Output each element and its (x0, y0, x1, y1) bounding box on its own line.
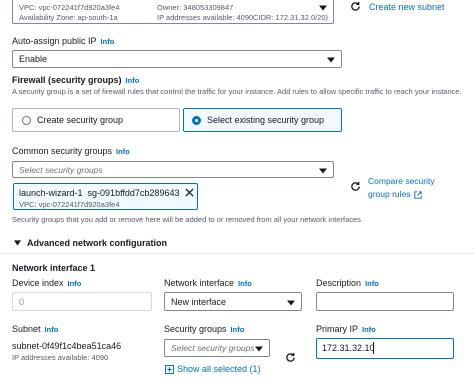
radio-create-label: Create security group (37, 115, 124, 125)
ni-security-groups-info-link[interactable]: Info (231, 325, 245, 334)
chevron-down-icon (319, 168, 327, 173)
device-index-value: 0 (19, 297, 25, 307)
show-all-selected-toggle[interactable]: Show all selected (1) (165, 364, 261, 374)
subnet-owner: Owner: 348053309847 (157, 3, 234, 12)
common-sg-info-link[interactable]: Info (116, 147, 130, 156)
network-interface-value: New interface (171, 297, 227, 307)
security-group-token: launch-wizard-1 sg-091bffdd7cb289643 VPC… (13, 183, 198, 210)
ni-security-groups-label: Security groups Info (164, 324, 245, 334)
subnet-select[interactable]: VPC: vpc-072241f7d920a3fe4 Owner: 348053… (12, 0, 334, 24)
auto-assign-select[interactable]: Enable (12, 50, 342, 68)
primary-ip-info-link[interactable]: Info (362, 325, 376, 334)
refresh-icon (286, 352, 295, 362)
chevron-down-icon (327, 57, 335, 63)
subnet-cidr: CIDR: 172.31.32.0/20) (253, 13, 329, 22)
primary-ip-label: Primary IP Info (316, 324, 376, 334)
token-name: launch-wizard-1 sg-091bffdd7cb289643 (19, 188, 180, 198)
refresh-subnets-button[interactable] (350, 1, 361, 12)
primary-ip-value: 172.31.32.10 (322, 343, 375, 353)
caret-down-icon (14, 240, 21, 246)
create-subnet-link[interactable]: Create new subnet (369, 2, 445, 12)
radio-unselected-icon (22, 116, 31, 125)
radio-select-existing-security-group[interactable]: Select existing security group (183, 108, 342, 132)
refresh-ni-security-groups-button[interactable] (285, 352, 296, 363)
auto-assign-value: Enable (19, 54, 48, 64)
radio-existing-label: Select existing security group (207, 115, 325, 125)
external-link-icon (413, 190, 422, 199)
refresh-security-groups-button[interactable] (350, 181, 361, 192)
refresh-icon (351, 181, 360, 191)
common-sg-placeholder: Select security groups (19, 165, 103, 175)
common-sg-label: Common security groups Info (12, 146, 130, 156)
subnet-ips: IP addresses available: 4090 (157, 13, 254, 22)
primary-ip-input[interactable]: 172.31.32.10 (316, 338, 454, 359)
chevron-down-icon (255, 346, 263, 352)
divider (0, 253, 474, 254)
subnet-ips-available: IP addresses available: 4090 (12, 353, 109, 362)
subnet-vpc: VPC: vpc-072241f7d920a3fe4 (19, 3, 120, 12)
advanced-network-toggle[interactable]: Advanced network configuration (14, 238, 167, 248)
ni-sg-placeholder: Select security groups (171, 343, 255, 353)
subnet-value: subnet-0f49f1c4bea51ca46 (12, 341, 122, 351)
chevron-down-icon (319, 5, 327, 11)
remove-token-button[interactable] (185, 188, 194, 197)
text-cursor (373, 342, 374, 354)
expand-plus-icon (165, 364, 174, 374)
network-interface-select[interactable]: New interface (164, 292, 302, 311)
auto-assign-label: Auto-assign public IP Info (12, 36, 115, 46)
radio-selected-icon (192, 116, 201, 125)
common-sg-select[interactable]: Select security groups (12, 161, 334, 178)
refresh-icon (351, 1, 360, 11)
common-sg-helper: Security groups that you add or remove h… (12, 215, 364, 224)
firewall-description: A security group is a set of firewall ru… (12, 87, 462, 96)
compare-sg-rules-link[interactable]: Compare security group rules (368, 175, 435, 201)
token-vpc: VPC: vpc-072241f7d920a3fe4 (19, 200, 120, 209)
subnet-info-link[interactable]: Info (45, 325, 59, 334)
network-interface-label: Network interface Info (164, 278, 252, 288)
description-info-link[interactable]: Info (365, 279, 379, 288)
network-interface-info-link[interactable]: Info (238, 279, 252, 288)
auto-assign-info-link[interactable]: Info (101, 37, 115, 46)
device-index-input[interactable]: 0 (12, 292, 152, 311)
ni-security-groups-select[interactable]: Select security groups (164, 339, 270, 357)
device-index-info-link[interactable]: Info (68, 279, 82, 288)
close-icon (185, 188, 194, 197)
chevron-down-icon (287, 300, 295, 305)
advanced-network-title: Advanced network configuration (27, 238, 168, 248)
description-input[interactable] (316, 292, 454, 311)
device-index-label: Device index Info (12, 278, 82, 288)
firewall-title: Firewall (security groups) Info (12, 75, 140, 85)
network-interface-title: Network interface 1 (12, 263, 96, 273)
firewall-info-link[interactable]: Info (126, 76, 140, 85)
radio-create-security-group[interactable]: Create security group (12, 108, 180, 132)
subnet-az: Availability Zone: ap-south-1a (19, 13, 118, 22)
description-label: Description Info (316, 278, 379, 288)
subnet-label: Subnet Info (12, 324, 59, 334)
